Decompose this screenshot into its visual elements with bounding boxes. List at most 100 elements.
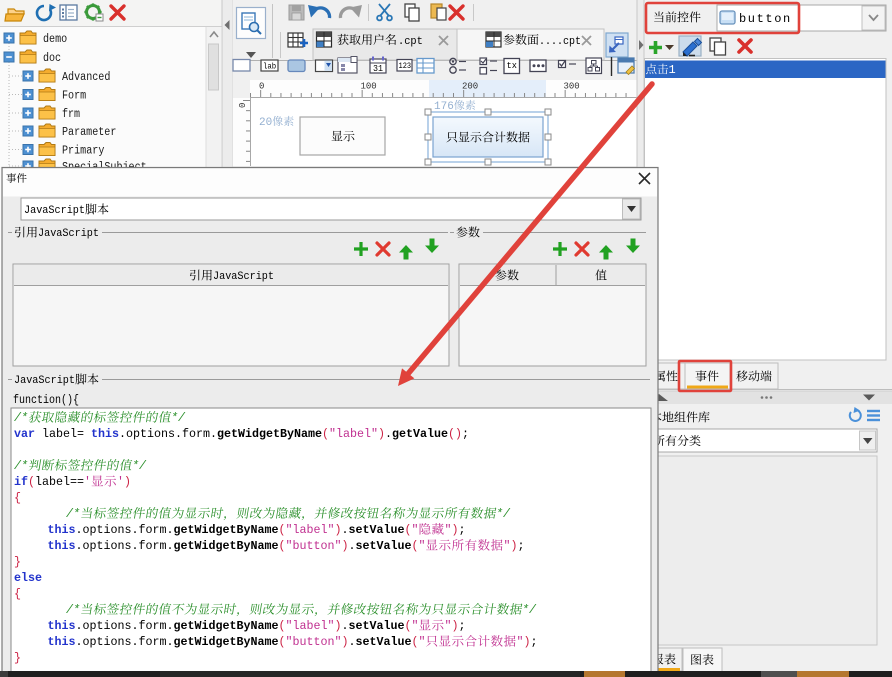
- svg-text:getWidgetByName: getWidgetByName: [174, 539, 279, 553]
- svg-text:JavaScript: JavaScript: [14, 375, 75, 387]
- svg-text:this: this: [48, 523, 76, 537]
- svg-text:': ': [84, 475, 91, 489]
- svg-text:": ": [412, 619, 419, 633]
- svg-text:else: else: [14, 571, 42, 585]
- svg-text:JavaScript: JavaScript: [213, 271, 274, 283]
- svg-text:"button": "button": [286, 539, 342, 553]
- svg-text:.options.form.: .options.form.: [76, 523, 174, 537]
- svg-text:.: .: [342, 619, 349, 633]
- svg-text:"label": "label": [329, 427, 378, 441]
- svg-text:): ): [511, 539, 518, 553]
- svg-text:.: .: [385, 427, 392, 441]
- svg-text:(: (: [279, 523, 286, 537]
- svg-text:"button": "button": [286, 635, 342, 649]
- svg-text:getWidgetByName: getWidgetByName: [174, 523, 279, 537]
- svg-text:....cpt: ....cpt: [539, 36, 581, 48]
- svg-text:getWidgetByName: getWidgetByName: [174, 635, 279, 649]
- svg-text:.options.form.: .options.form.: [76, 619, 174, 633]
- svg-text:{: {: [14, 491, 21, 505]
- svg-text:": ": [517, 635, 524, 649]
- svg-text:100: 100: [361, 82, 377, 92]
- svg-text:(: (: [279, 539, 286, 553]
- svg-text:(: (: [279, 635, 286, 649]
- svg-text:;: ;: [459, 619, 466, 633]
- svg-text:/*: /*: [14, 459, 28, 473]
- svg-text:": ": [419, 539, 426, 553]
- svg-text:.: .: [349, 635, 356, 649]
- svg-text:tx: tx: [507, 61, 517, 71]
- svg-text:;: ;: [462, 427, 469, 441]
- svg-text:): ): [342, 635, 349, 649]
- svg-text:JavaScript: JavaScript: [38, 228, 99, 240]
- svg-text:function(){: function(){: [13, 394, 79, 407]
- svg-text:"label": "label": [286, 619, 335, 633]
- svg-text:label==: label==: [35, 475, 84, 489]
- svg-text:getWidgetByName: getWidgetByName: [217, 427, 322, 441]
- svg-text:this: this: [48, 619, 76, 633]
- svg-text:label=: label=: [35, 427, 91, 441]
- svg-text:getValue: getValue: [392, 427, 448, 441]
- svg-text:;: ;: [518, 539, 525, 553]
- svg-text:Primary: Primary: [62, 145, 104, 158]
- svg-text:): ): [452, 619, 459, 633]
- svg-text:": ": [504, 539, 511, 553]
- svg-text:"label": "label": [286, 523, 335, 537]
- svg-text:): ): [342, 539, 349, 553]
- svg-text:): ): [335, 619, 342, 633]
- svg-text:': ': [117, 475, 124, 489]
- svg-text:.options.form.: .options.form.: [76, 539, 174, 553]
- svg-text:lab: lab: [263, 62, 276, 71]
- svg-text:20: 20: [259, 117, 272, 129]
- svg-text:(: (: [279, 619, 286, 633]
- svg-text:": ": [419, 635, 426, 649]
- svg-text:.options.form.: .options.form.: [119, 427, 217, 441]
- svg-text:(: (: [28, 475, 35, 489]
- svg-text:*/: */: [132, 459, 147, 473]
- svg-text:/*: /*: [66, 507, 80, 521]
- svg-text:}: }: [14, 555, 21, 569]
- svg-text:31: 31: [373, 64, 383, 74]
- svg-text:/*: /*: [14, 411, 28, 425]
- svg-text:}: }: [14, 651, 21, 665]
- svg-text:(: (: [412, 635, 419, 649]
- svg-text:this: this: [91, 427, 119, 441]
- svg-text:0: 0: [238, 103, 248, 108]
- svg-text:.: .: [349, 539, 356, 553]
- svg-text:(: (: [405, 523, 412, 537]
- svg-text:123: 123: [399, 62, 412, 71]
- svg-text:getWidgetByName: getWidgetByName: [174, 619, 279, 633]
- svg-text:{: {: [14, 587, 21, 601]
- svg-text:;: ;: [459, 523, 466, 537]
- svg-text:.options.form.: .options.form.: [76, 635, 174, 649]
- svg-text:Form: Form: [62, 90, 86, 103]
- svg-text:": ": [445, 523, 452, 537]
- svg-text:demo: demo: [43, 33, 67, 46]
- svg-text:.: .: [342, 523, 349, 537]
- svg-text:setValue: setValue: [356, 539, 412, 553]
- svg-text:;: ;: [531, 635, 538, 649]
- svg-text:if: if: [14, 475, 28, 489]
- svg-text:1: 1: [669, 63, 676, 77]
- svg-text:button: button: [739, 12, 792, 26]
- svg-text:(: (: [412, 539, 419, 553]
- svg-text:Parameter: Parameter: [62, 126, 116, 139]
- svg-text:this: this: [48, 635, 76, 649]
- svg-text:(: (: [405, 619, 412, 633]
- svg-text:setValue: setValue: [356, 635, 412, 649]
- svg-text:176: 176: [434, 101, 454, 113]
- svg-text:doc: doc: [43, 52, 61, 65]
- svg-text:): ): [524, 635, 531, 649]
- svg-text:*/: */: [171, 411, 186, 425]
- svg-text:JavaScript: JavaScript: [24, 205, 85, 217]
- svg-text:": ": [412, 523, 419, 537]
- svg-text:0: 0: [259, 82, 264, 92]
- svg-text:): ): [335, 523, 342, 537]
- svg-text:": ": [445, 619, 452, 633]
- svg-text:): ): [452, 523, 459, 537]
- svg-text:): ): [124, 475, 131, 489]
- svg-text:(: (: [322, 427, 329, 441]
- svg-text:300: 300: [564, 82, 580, 92]
- svg-text:setValue: setValue: [349, 523, 405, 537]
- svg-text:.cpt: .cpt: [398, 36, 423, 48]
- svg-text:200: 200: [462, 82, 478, 92]
